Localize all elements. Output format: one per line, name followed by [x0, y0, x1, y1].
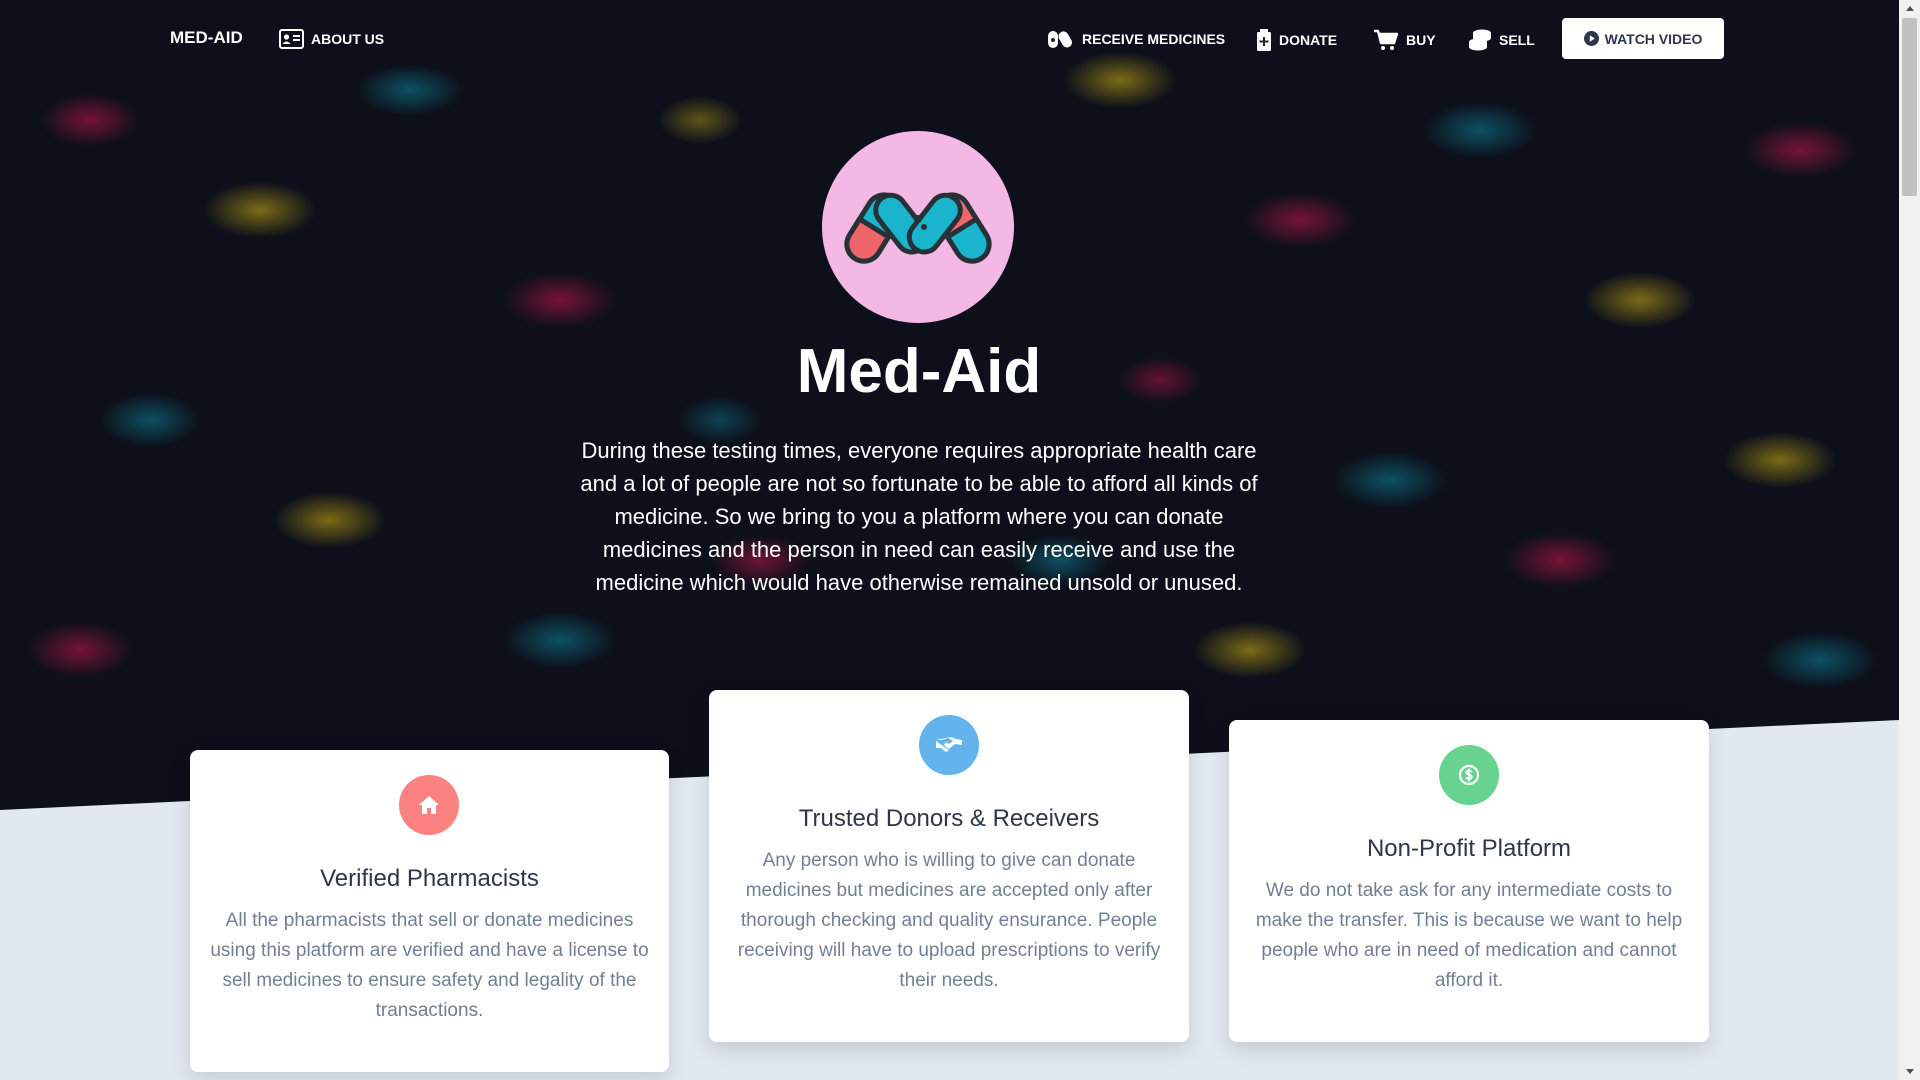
watch-video-button[interactable]: WATCH VIDEO	[1562, 18, 1724, 59]
watch-video-label: WATCH VIDEO	[1604, 30, 1703, 47]
nav-sell[interactable]: SELL	[1468, 29, 1535, 51]
card-title: Non-Profit Platform	[1366, 835, 1572, 862]
vertical-scrollbar[interactable]	[1899, 0, 1920, 1080]
hero-description: During these testing times, everyone req…	[580, 438, 1258, 595]
medkit-icon	[1257, 29, 1271, 51]
card-verified-pharmacists: Verified Pharmacists All the pharmacists…	[190, 750, 669, 1072]
card-title: Verified Pharmacists	[320, 865, 539, 892]
nav-donate-label: DONATE	[1279, 32, 1338, 48]
card-icon-circle	[399, 775, 459, 835]
cart-icon	[1374, 29, 1399, 50]
nav-about-label: ABOUT US	[311, 31, 385, 47]
hero-title: Med-Aid	[796, 337, 1042, 406]
home-icon	[419, 796, 439, 814]
id-card-icon	[279, 29, 304, 49]
scroll-down-arrow[interactable]	[1899, 1063, 1920, 1080]
nav-donate[interactable]: DONATE	[1256, 29, 1337, 51]
card-text: We do not take ask for any intermediate …	[1255, 880, 1683, 991]
play-circle-icon	[1583, 31, 1599, 46]
card-title: Trusted Donors & Receivers	[798, 805, 1100, 832]
card-trusted-donors: Trusted Donors & Receivers Any person wh…	[709, 690, 1189, 1042]
dollar-icon	[1458, 764, 1480, 786]
brand-link[interactable]: MED-AID	[170, 28, 243, 48]
nav-buy[interactable]: BUY	[1373, 29, 1436, 51]
nav-sell-label: SELL	[1499, 32, 1535, 48]
coins-icon	[1469, 29, 1491, 51]
card-text: Any person who is willing to give can do…	[737, 850, 1161, 991]
page: MED-AID ABOUT US RECEIVE MEDICINES DONAT…	[0, 0, 1899, 1080]
handshake-icon	[936, 737, 962, 752]
med-aid-logo	[822, 131, 1014, 323]
top-navbar: MED-AID ABOUT US RECEIVE MEDICINES DONAT…	[0, 0, 1899, 78]
nav-receive-label: RECEIVE MEDICINES	[1082, 31, 1226, 47]
nav-receive-medicines[interactable]: RECEIVE MEDICINES	[1047, 29, 1225, 49]
nav-about-us[interactable]: ABOUT US	[279, 29, 384, 49]
card-non-profit: Non-Profit Platform We do not take ask f…	[1229, 720, 1709, 1042]
card-text: All the pharmacists that sell or donate …	[210, 910, 649, 1021]
pills-icon	[1048, 31, 1072, 48]
scroll-up-arrow[interactable]	[1899, 0, 1920, 17]
card-icon-circle	[919, 715, 979, 775]
card-icon-circle	[1439, 745, 1499, 805]
nav-buy-label: BUY	[1406, 32, 1436, 48]
scroll-thumb[interactable]	[1902, 18, 1917, 196]
